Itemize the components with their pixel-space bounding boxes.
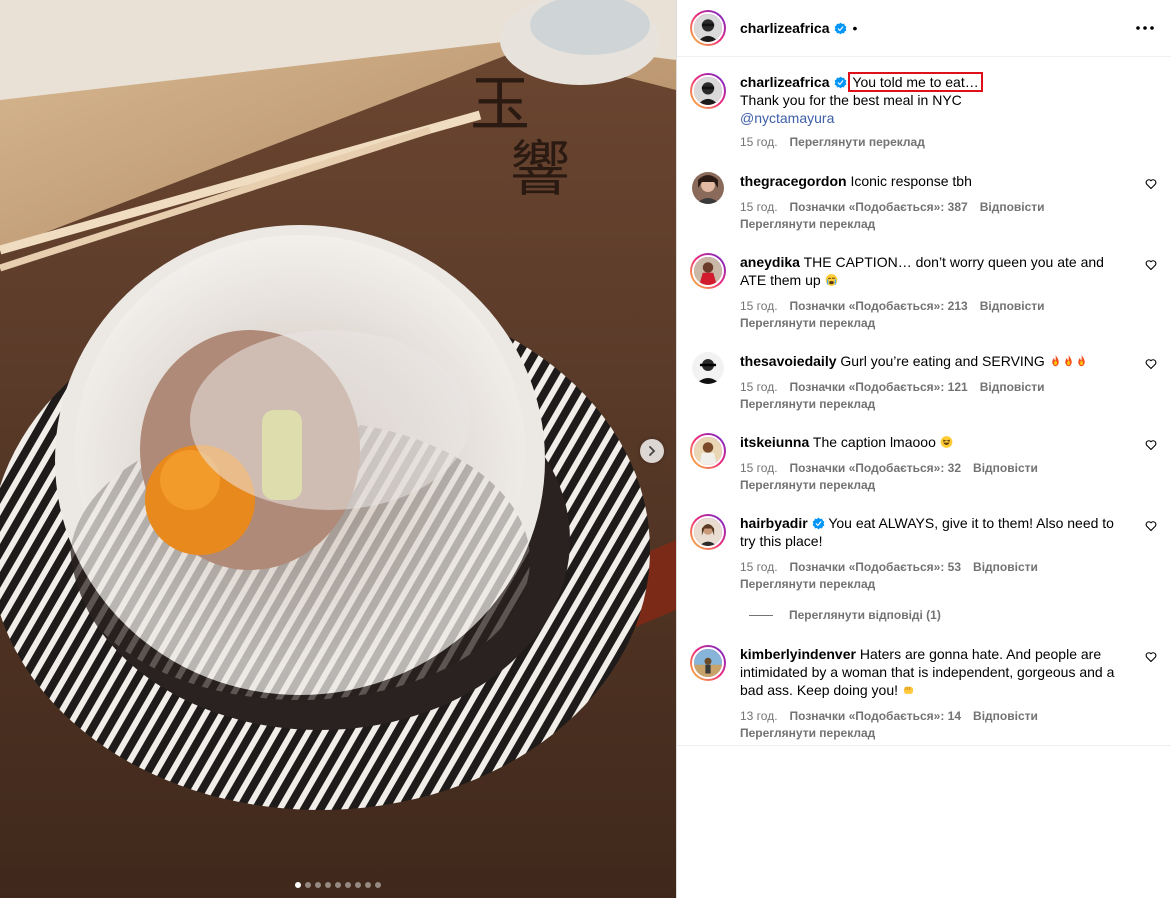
comments-list: charlizeafrica You told me to eat… Thank… [677,57,1171,741]
comment-translate-link[interactable]: Переглянути переклад [740,576,1127,592]
comment-text: Gurl you’re eating and SERVING [840,353,1045,369]
carousel-indicator [0,882,676,888]
caption-mention-link[interactable]: @nyctamayura [740,109,1157,127]
post-photo: 玉 響 [0,0,676,898]
caption-translate-link[interactable]: Переглянути переклад [790,134,925,150]
heart-icon[interactable] [1145,439,1157,451]
svg-text:玉: 玉 [470,70,530,140]
comment-item: itskeiunna The caption lmaooo 15 год. По… [690,433,1157,493]
carousel-dot [305,882,311,888]
commenter-username[interactable]: thesavoiedaily [740,353,837,369]
commenter-avatar[interactable] [690,433,726,469]
carousel-dot [295,882,301,888]
verified-badge-icon [812,517,825,530]
comment-reply-button[interactable]: Відповісти [980,379,1045,395]
comment-item: aneydika THE CAPTION… don’t worry queen … [690,253,1157,331]
comment-item: thesavoiedaily Gurl you’re eating and SE… [690,352,1157,412]
caption-line: Thank you for the best meal in NYC [740,92,962,108]
comment-likes[interactable]: Позначки «Подобається»: 121 [790,379,968,395]
comment-translate-link[interactable]: Переглянути переклад [740,396,1127,412]
comment-translate-link[interactable]: Переглянути переклад [740,315,1127,331]
carousel-dot [375,882,381,888]
comment-time[interactable]: 15 год. [740,460,778,476]
verified-badge-icon [834,22,846,34]
carousel-dot [315,882,321,888]
fire-emoji-icon [1064,355,1072,367]
heart-icon[interactable] [1145,178,1157,190]
more-options-button[interactable] [1133,16,1157,40]
more-horizontal-icon [1136,26,1154,30]
heart-icon[interactable] [1145,651,1157,663]
comment-time[interactable]: 15 год. [740,199,778,215]
comment-likes[interactable]: Позначки «Подобається»: 213 [790,298,968,314]
commenter-avatar[interactable] [692,352,724,384]
view-replies-label: Переглянути відповіді (1) [789,608,941,622]
food-photo-image: 玉 響 [0,0,676,898]
carousel-dot [325,882,331,888]
commenter-username[interactable]: thegracegordon [740,173,847,189]
comment-translate-link[interactable]: Переглянути переклад [740,216,1127,232]
comment-translate-link[interactable]: Переглянути переклад [740,477,1127,493]
commenter-username[interactable]: itskeiunna [740,434,809,450]
caption-username[interactable]: charlizeafrica [740,74,830,90]
comment-text: Iconic response tbh [850,173,972,189]
view-replies-line [749,614,773,616]
svg-text:響: 響 [510,135,570,205]
carousel-dot [365,882,371,888]
caption-highlighted-text: You told me to eat… [848,72,983,92]
comment-item: hairbyadir You eat ALWAYS, give it to th… [690,514,1157,592]
heart-icon[interactable] [1145,520,1157,532]
commenter-username[interactable]: hairbyadir [740,515,808,531]
crying-face-emoji-icon [825,274,837,286]
commenter-avatar[interactable] [692,172,724,204]
comment-translate-link[interactable]: Переглянути переклад [740,725,1127,741]
heart-icon[interactable] [1145,358,1157,370]
comment-time[interactable]: 15 год. [740,559,778,575]
comment-time[interactable]: 15 год. [740,298,778,314]
fire-emoji-icon [1077,355,1085,367]
chevron-right-icon [649,446,656,456]
comment-reply-button[interactable]: Відповісти [973,708,1038,724]
header-separator: • [852,20,858,36]
commenter-avatar[interactable] [690,514,726,550]
view-replies-button[interactable]: Переглянути відповіді (1) [749,608,1157,622]
comment-time[interactable]: 13 год. [740,708,778,724]
carousel-dot [345,882,351,888]
comment-item: kimberlyindenver Haters are gonna hate. … [690,645,1157,741]
comment-reply-button[interactable]: Відповісти [980,199,1045,215]
comment-reply-button[interactable]: Відповісти [980,298,1045,314]
comment-item: thegracegordon Iconic response tbh 15 го… [690,172,1157,232]
laughing-face-emoji-icon [940,436,953,448]
comment-likes[interactable]: Позначки «Подобається»: 53 [790,559,961,575]
carousel-next-button[interactable] [640,439,664,463]
comment-likes[interactable]: Позначки «Подобається»: 32 [790,460,961,476]
comment-time[interactable]: 15 год. [740,379,778,395]
comment-likes[interactable]: Позначки «Подобається»: 387 [790,199,968,215]
comment-reply-button[interactable]: Відповісти [973,460,1038,476]
commenter-username[interactable]: aneydika [740,254,800,270]
caption-time[interactable]: 15 год. [740,134,778,150]
post-caption: charlizeafrica You told me to eat… Thank… [690,72,1157,150]
comment-text: The caption lmaooo [812,434,936,450]
post-side-panel: charlizeafrica • charlizeafrica You told… [676,0,1171,898]
caption-author-avatar[interactable] [690,73,726,109]
commenter-avatar[interactable] [690,253,726,289]
verified-badge-icon [834,76,846,89]
commenter-avatar[interactable] [690,645,726,681]
post-header: charlizeafrica • [677,0,1171,57]
author-username[interactable]: charlizeafrica [740,20,830,36]
carousel-dot [335,882,341,888]
author-avatar[interactable] [690,10,726,46]
fist-emoji-icon [903,686,913,694]
fire-emoji-icon [1051,355,1059,367]
comment-likes[interactable]: Позначки «Подобається»: 14 [790,708,961,724]
carousel-dot [355,882,361,888]
comments-divider [677,745,1171,746]
heart-icon[interactable] [1145,259,1157,271]
comment-reply-button[interactable]: Відповісти [973,559,1038,575]
commenter-username[interactable]: kimberlyindenver [740,646,856,662]
